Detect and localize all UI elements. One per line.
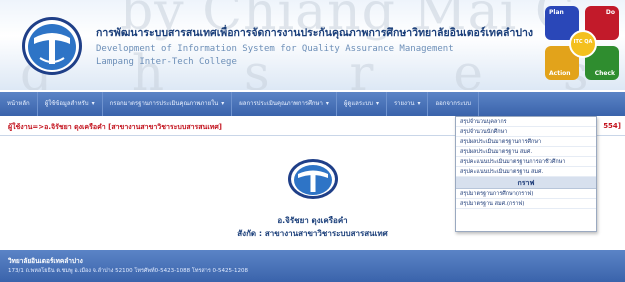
nav-results[interactable]: ผลการประเมินคุณภาพการศึกษา ▾ <box>232 92 337 116</box>
site-title: การพัฒนาระบบสารสนเทศเพื่อการจัดการงานประ… <box>96 24 546 67</box>
breadcrumb-right: 554] <box>603 122 621 130</box>
reports-dropdown: สรุปจำนวนบุคลากร สรุปจำนวนนักศึกษา สรุปผ… <box>455 116 597 232</box>
nav-label: ผู้ดูแลระบบ <box>343 100 373 107</box>
nav-home[interactable]: หน้าหลัก <box>0 92 38 116</box>
title-college-english: Lampang Inter-Tech College <box>96 57 237 67</box>
caret-down-icon: ▾ <box>91 100 95 107</box>
pdca-cycle-graphic: Plan Do Action Check ITC QA <box>545 6 621 82</box>
pdca-center: ITC QA <box>569 30 597 58</box>
center-logo <box>288 159 338 199</box>
menu-item-onesqa-standard-graph[interactable]: สรุปมาตรฐาน สมศ.(กราฟ) <box>456 199 596 209</box>
caret-down-icon: ▾ <box>375 100 379 107</box>
site-header: by Chiang Mai C g h s r e s e การพัฒนาระ… <box>0 0 625 90</box>
site-footer: วิทยาลัยอินเตอร์เทคลำปาง 173/1 ถ.พหลโยธิ… <box>0 250 625 282</box>
caret-down-icon: ▾ <box>325 100 329 107</box>
footer-address: 173/1 ถ.พหลโยธิน ต.ชมพู อ.เมือง จ.ลำปาง … <box>8 268 249 274</box>
breadcrumb: ผู้ใช้งาน=>อ.จิรัชยา ดุงเครือคำ [สาขางาน… <box>8 123 222 131</box>
nav-label: หน้าหลัก <box>7 100 30 107</box>
nav-label: ผู้ใช้ข้อมูลสำหรับ <box>44 100 89 107</box>
main-nav: หน้าหลัก ผู้ใช้ข้อมูลสำหรับ ▾ กรอกมาตรฐาน… <box>0 92 625 116</box>
nav-label: ออกจากระบบ <box>435 100 471 107</box>
menu-item-staff-summary[interactable]: สรุปจำนวนบุคลากร <box>456 117 596 127</box>
menu-item-education-standard-summary[interactable]: สรุปผลประเมินมาตรฐานการศึกษา <box>456 137 596 147</box>
title-english: Development of Information System for Qu… <box>96 44 454 54</box>
nav-reports[interactable]: รายงาน ▾ <box>387 92 429 116</box>
caret-down-icon: ▾ <box>221 100 225 107</box>
menu-item-onesqa-standard-summary[interactable]: สรุปผลประเมินมาตรฐาน สมศ. <box>456 147 596 157</box>
nav-standards[interactable]: กรอกมาตรฐานการประเมินคุณภาพภายใน ▾ <box>103 92 233 116</box>
title-thai: การพัฒนาระบบสารสนเทศเพื่อการจัดการงานประ… <box>96 27 534 39</box>
footer-college-name: วิทยาลัยอินเตอร์เทคลำปาง <box>8 257 83 265</box>
nav-user-data[interactable]: ผู้ใช้ข้อมูลสำหรับ ▾ <box>38 92 103 116</box>
nav-label: รายงาน <box>393 100 415 107</box>
menu-item-onesqa-score-summary[interactable]: สรุปคะแนนประเมินมาตรฐาน สมศ. <box>456 167 596 177</box>
nav-logout[interactable]: ออกจากระบบ <box>428 92 479 116</box>
college-logo <box>22 17 82 75</box>
nav-label: ผลการประเมินคุณภาพการศึกษา <box>239 100 323 107</box>
nav-label: กรอกมาตรฐานการประเมินคุณภาพภายใน <box>109 100 219 107</box>
menu-item-student-summary[interactable]: สรุปจำนวนนักศึกษา <box>456 127 596 137</box>
nav-admin[interactable]: ผู้ดูแลระบบ ▾ <box>337 92 387 116</box>
menu-section-graph: กราฟ <box>456 177 596 189</box>
menu-item-vocational-score-summary[interactable]: สรุปคะแนนประเมินมาตรฐานการอาชีวศึกษา <box>456 157 596 167</box>
caret-down-icon: ▾ <box>417 100 421 107</box>
menu-item-education-standard-graph[interactable]: สรุปมาตรฐานการศึกษา(กราฟ) <box>456 189 596 199</box>
